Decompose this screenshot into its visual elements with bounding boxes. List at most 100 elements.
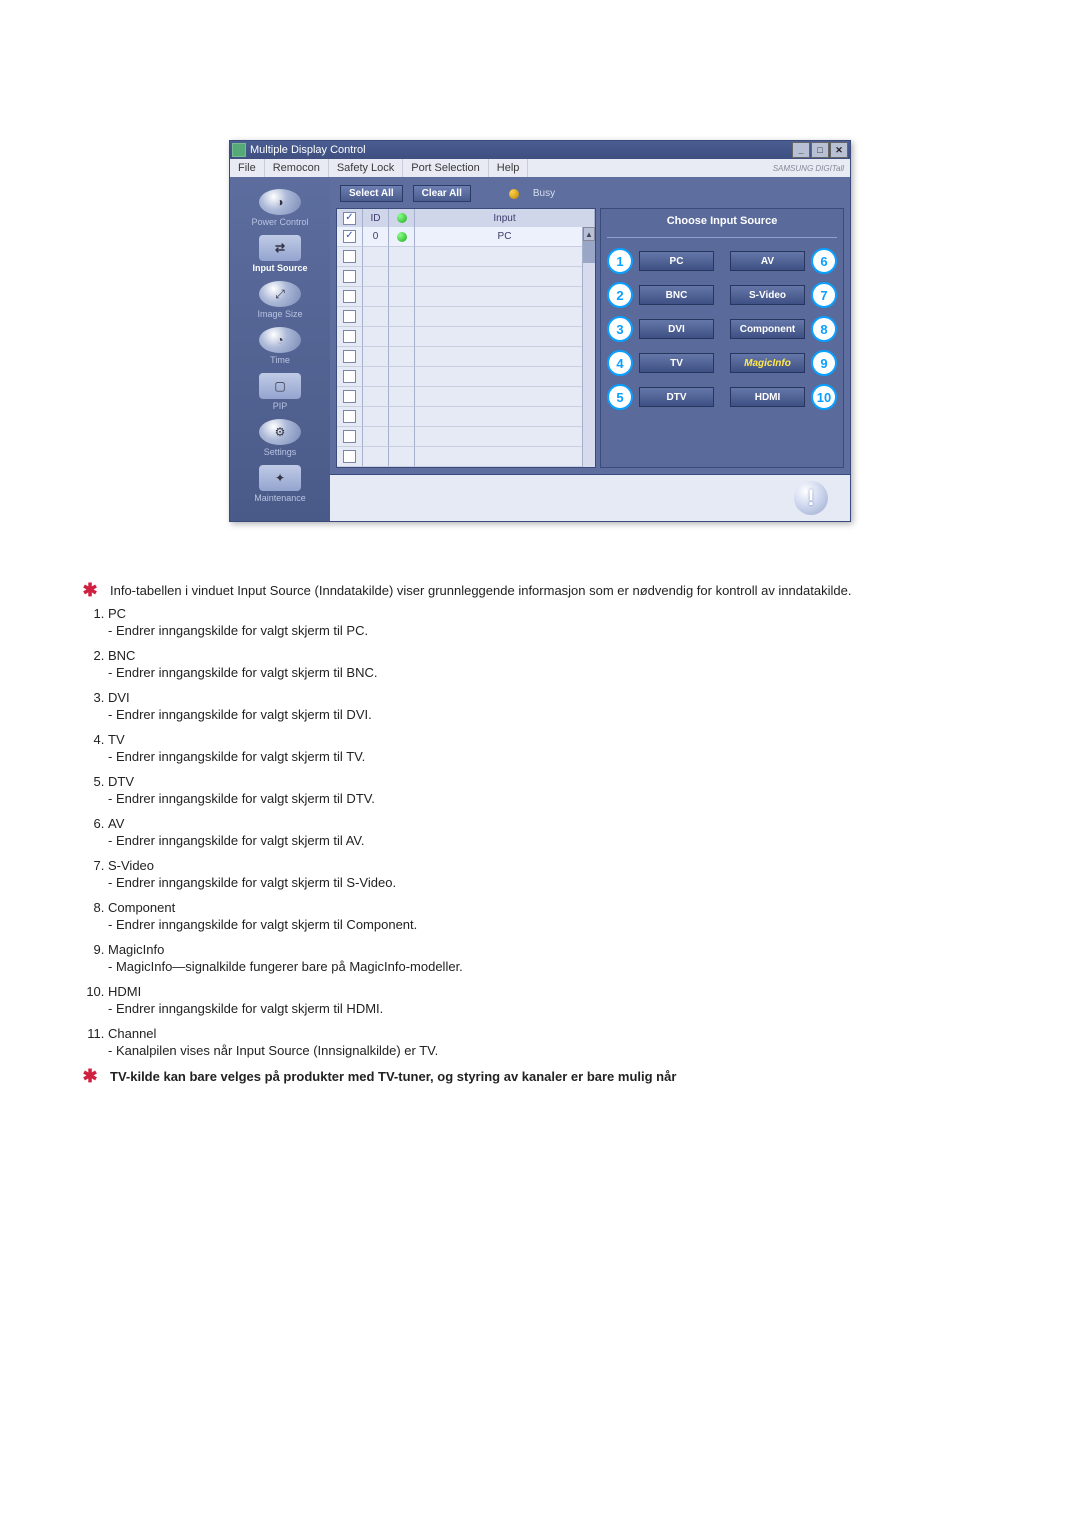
list-item: Component- Endrer inngangskilde for valg… [108, 900, 1000, 932]
item-sub: - Endrer inngangskilde for valgt skjerm … [108, 917, 1000, 932]
item-sub: - Endrer inngangskilde for valgt skjerm … [108, 623, 1000, 638]
table-row[interactable]: 0PC [337, 227, 595, 247]
clear-all-button[interactable]: Clear All [413, 185, 471, 202]
source-button-s-video[interactable]: S-Video [730, 285, 805, 305]
input-source-panel: Choose Input Source 1PC2BNC3DVI4TV5DTV A… [600, 208, 844, 468]
scrollbar[interactable]: ▲ [582, 227, 595, 467]
table-row[interactable] [337, 447, 595, 467]
col-check[interactable] [337, 209, 363, 227]
source-button-dtv[interactable]: DTV [639, 387, 714, 407]
panel-title: Choose Input Source [607, 215, 837, 231]
table-row[interactable] [337, 387, 595, 407]
table-row[interactable] [337, 367, 595, 387]
sidebar-item-pip[interactable]: ▢ PIP [240, 373, 320, 411]
source-button-component[interactable]: Component [730, 319, 805, 339]
wrench-icon: ✦ [259, 465, 301, 491]
table-row[interactable] [337, 407, 595, 427]
table-row[interactable] [337, 307, 595, 327]
item-heading: HDMI [108, 984, 1000, 999]
item-sub: - Endrer inngangskilde for valgt skjerm … [108, 1001, 1000, 1016]
row-checkbox[interactable] [343, 410, 356, 423]
row-input [415, 267, 595, 287]
source-button-dvi[interactable]: DVI [639, 319, 714, 339]
row-id [363, 447, 389, 467]
table-row[interactable] [337, 347, 595, 367]
source-row: 5DTV [607, 384, 714, 410]
row-id [363, 387, 389, 407]
callout-badge: 10 [811, 384, 837, 410]
row-checkbox[interactable] [343, 330, 356, 343]
list-item: BNC- Endrer inngangskilde for valgt skje… [108, 648, 1000, 680]
sidebar-item-image-size[interactable]: ⤢ Image Size [240, 281, 320, 319]
callout-badge: 7 [811, 282, 837, 308]
table-row[interactable] [337, 427, 595, 447]
col-id: ID [363, 209, 389, 227]
minimize-button[interactable]: _ [792, 142, 810, 158]
row-checkbox[interactable] [343, 290, 356, 303]
source-row: 4TV [607, 350, 714, 376]
list-item: HDMI - Endrer inngangskilde for valgt skj… [108, 984, 1000, 1016]
source-button-pc[interactable]: PC [639, 251, 714, 271]
source-button-tv[interactable]: TV [639, 353, 714, 373]
item-sub: - Endrer inngangskilde for valgt skjerm … [108, 875, 1000, 890]
sidebar-label: Input Source [252, 263, 307, 273]
row-checkbox[interactable] [343, 370, 356, 383]
app-icon [232, 143, 246, 157]
row-id [363, 407, 389, 427]
callout-badge: 2 [607, 282, 633, 308]
brand-label: SAMSUNG DIGITall [767, 164, 850, 173]
source-button-hdmi[interactable]: HDMI [730, 387, 805, 407]
sidebar-item-input-source[interactable]: ⇄ Input Source [240, 235, 320, 273]
sidebar-item-maintenance[interactable]: ✦ Maintenance [240, 465, 320, 503]
callout-badge: 6 [811, 248, 837, 274]
table-row[interactable] [337, 287, 595, 307]
item-heading: Channel [108, 1026, 1000, 1041]
item-heading: PC [108, 606, 1000, 621]
sidebar-label: Maintenance [254, 493, 306, 503]
sidebar-label: Settings [264, 447, 297, 457]
row-checkbox[interactable] [343, 350, 356, 363]
source-row: S-Video 7 [730, 282, 837, 308]
row-checkbox[interactable] [343, 430, 356, 443]
maximize-button[interactable]: □ [811, 142, 829, 158]
menu-file[interactable]: File [230, 159, 265, 177]
menu-help[interactable]: Help [489, 159, 529, 177]
source-row: AV 6 [730, 248, 837, 274]
row-checkbox[interactable] [343, 310, 356, 323]
list-item: S-Video- Endrer inngangskilde for valgt … [108, 858, 1000, 890]
row-status [389, 447, 415, 467]
row-id [363, 347, 389, 367]
sidebar-item-power-control[interactable]: ◑ Power Control [240, 189, 320, 227]
row-checkbox[interactable] [343, 450, 356, 463]
sidebar-item-time[interactable]: ◔ Time [240, 327, 320, 365]
row-checkbox[interactable] [343, 270, 356, 283]
row-input [415, 247, 595, 267]
row-status [389, 327, 415, 347]
table-row[interactable] [337, 267, 595, 287]
table-row[interactable] [337, 327, 595, 347]
select-all-button[interactable]: Select All [340, 185, 403, 202]
check-all-icon[interactable] [343, 212, 356, 225]
close-button[interactable]: ✕ [830, 142, 848, 158]
row-id: 0 [363, 227, 389, 247]
menu-safety-lock[interactable]: Safety Lock [329, 159, 403, 177]
row-input [415, 307, 595, 327]
source-button-bnc[interactable]: BNC [639, 285, 714, 305]
scroll-thumb[interactable] [583, 241, 595, 263]
menu-port-selection[interactable]: Port Selection [403, 159, 488, 177]
row-checkbox[interactable] [343, 390, 356, 403]
row-checkbox[interactable] [343, 250, 356, 263]
row-checkbox[interactable] [343, 230, 356, 243]
source-button-magicinfo[interactable]: MagicInfo [730, 353, 805, 373]
app-window: Multiple Display Control _ □ ✕ File Remo… [229, 140, 851, 522]
busy-label: Busy [533, 188, 555, 199]
sidebar-item-settings[interactable]: ⚙ Settings [240, 419, 320, 457]
grid-header: ID Input [337, 209, 595, 227]
table-row[interactable] [337, 247, 595, 267]
source-button-av[interactable]: AV [730, 251, 805, 271]
list-item: AV- Endrer inngangskilde for valgt skjer… [108, 816, 1000, 848]
item-sub: - Endrer inngangskilde for valgt skjerm … [108, 833, 1000, 848]
status-bar: ! [330, 474, 850, 521]
scroll-up-icon[interactable]: ▲ [583, 227, 595, 241]
menu-remocon[interactable]: Remocon [265, 159, 329, 177]
